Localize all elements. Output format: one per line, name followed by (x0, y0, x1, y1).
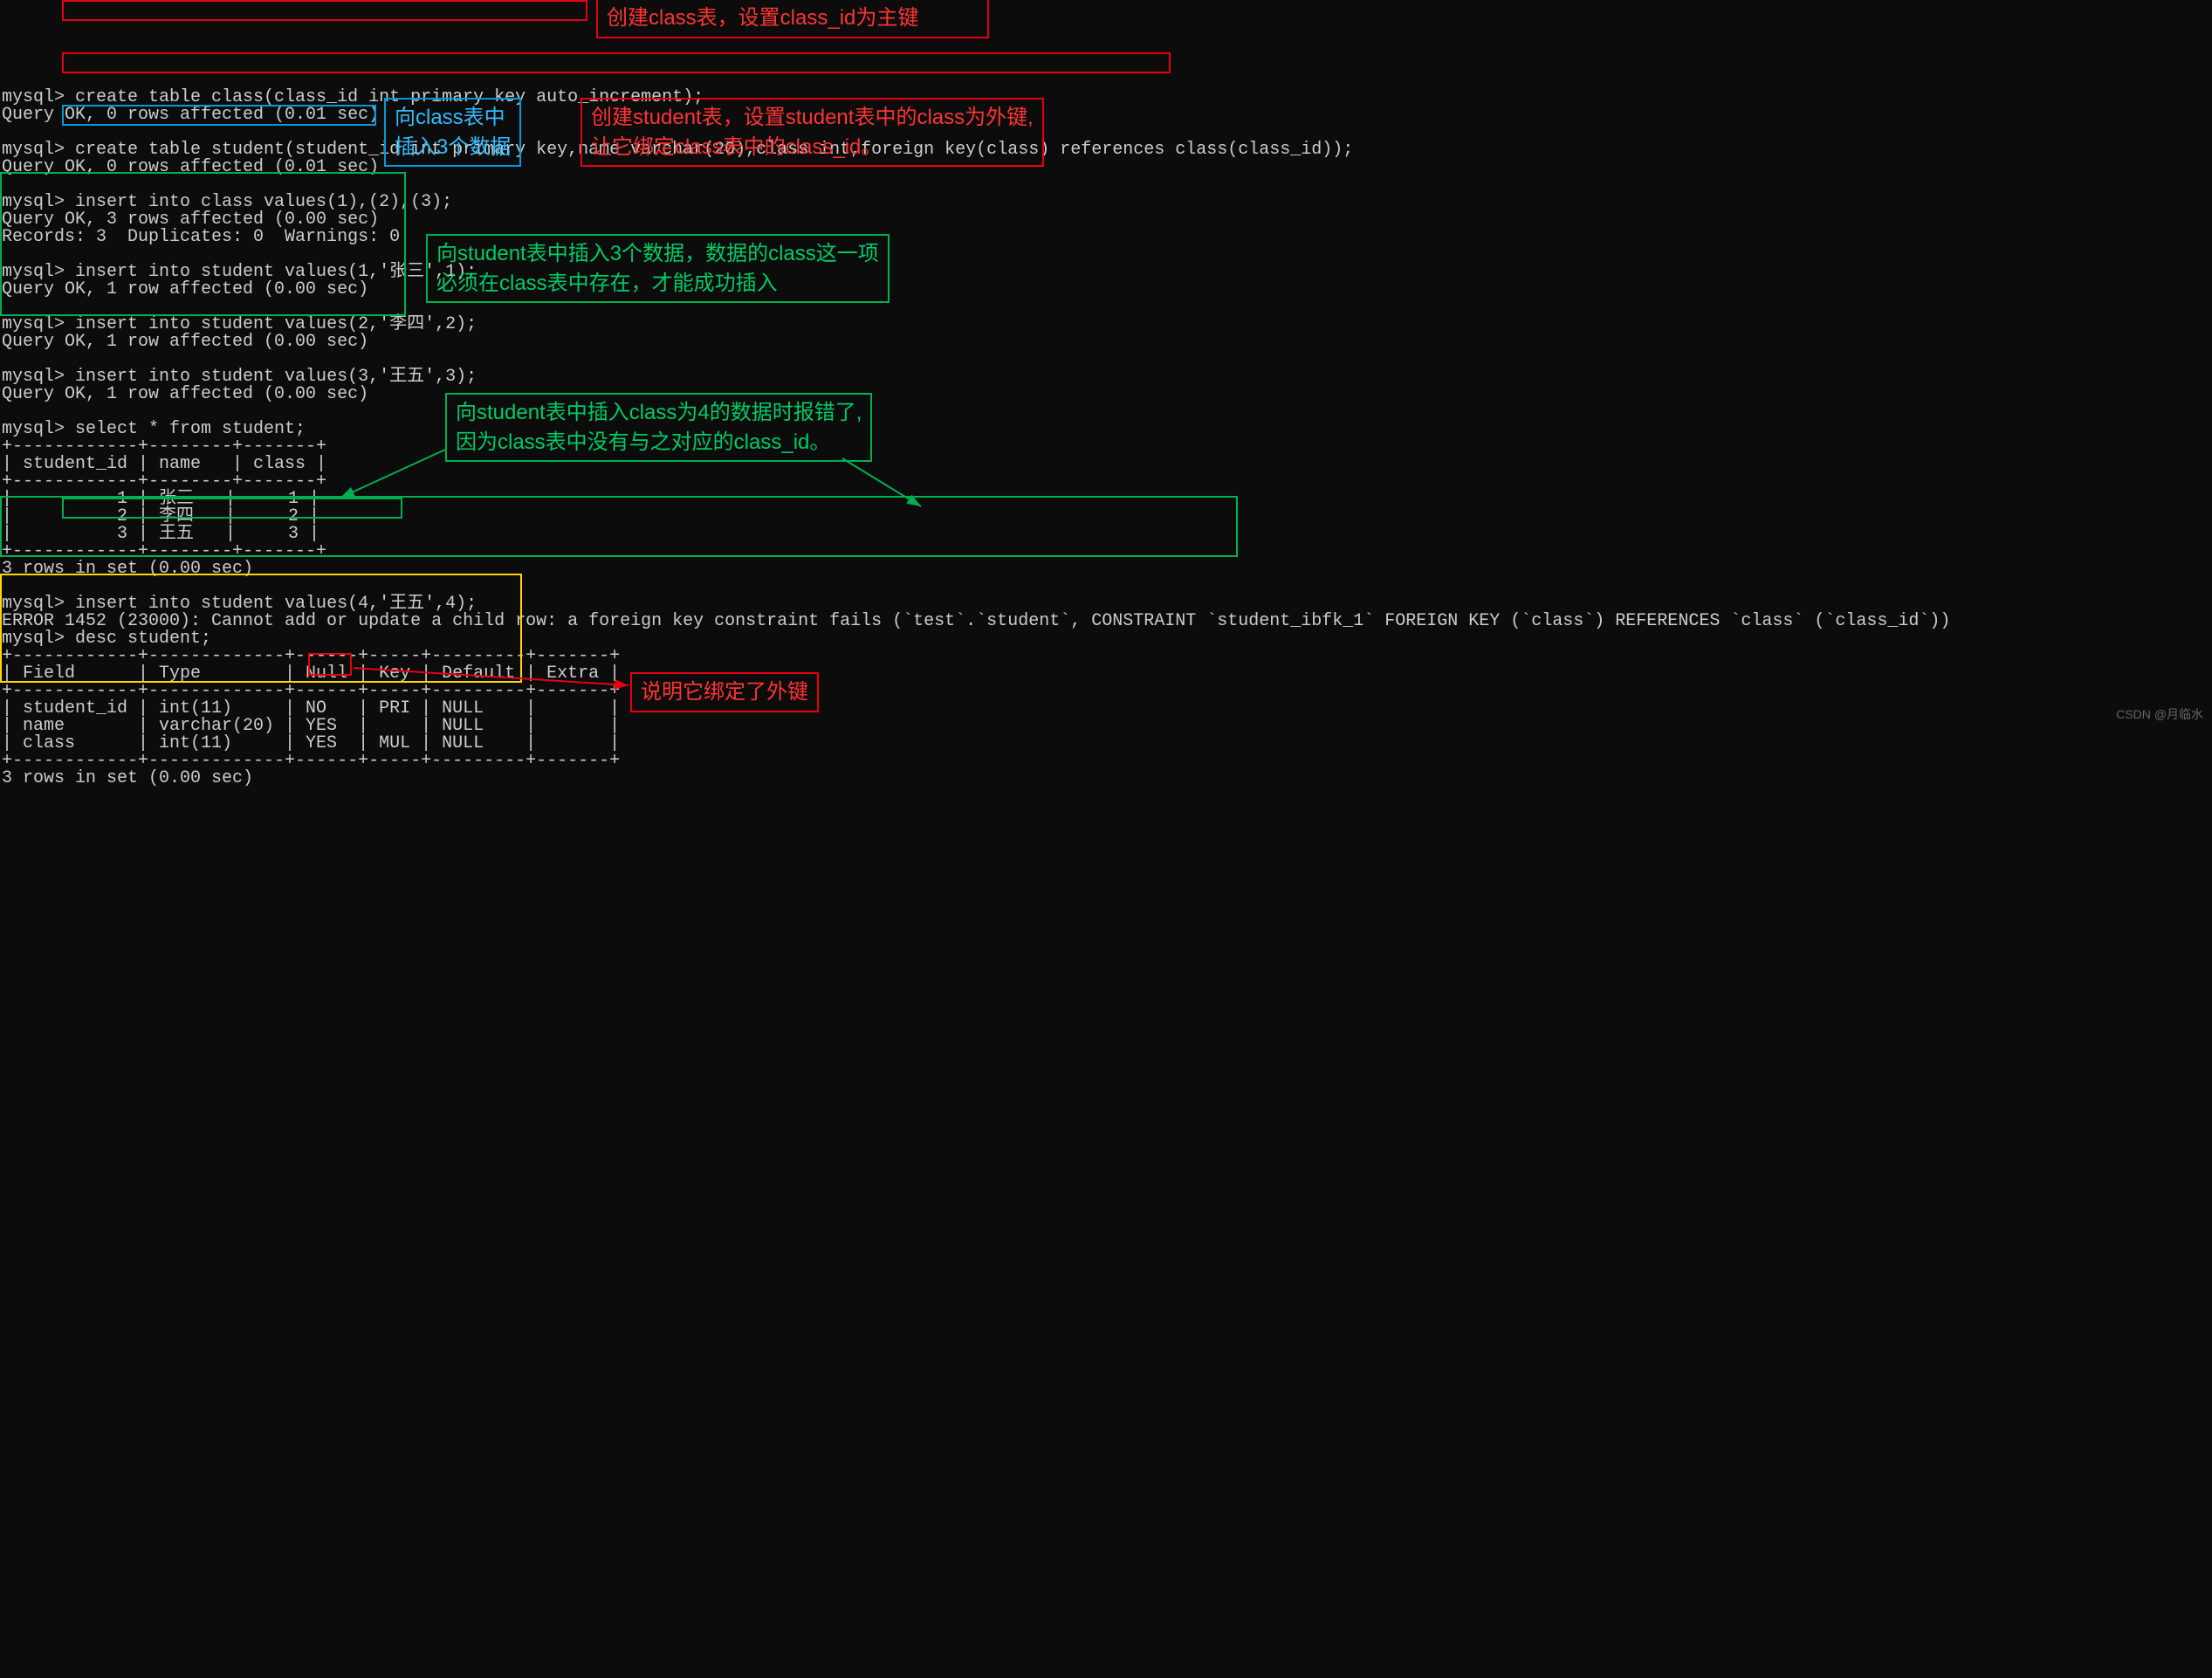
annotation-insert-students: 向student表中插入3个数据，数据的class这一项 必须在class表中存… (426, 234, 890, 303)
result: Query OK, 1 row affected (0.00 sec) (2, 384, 368, 404)
terminal-output: mysql> create table class(class_id int p… (2, 72, 2210, 787)
result: 3 rows in set (0.00 sec) (2, 768, 253, 788)
highlight-create-class (62, 0, 587, 21)
result: 3 rows in set (0.00 sec) (2, 559, 253, 579)
result: Query OK, 1 row affected (0.00 sec) (2, 332, 368, 352)
result: Records: 3 Duplicates: 0 Warnings: 0 (2, 227, 400, 247)
result: Query OK, 0 rows affected (0.01 sec) (2, 105, 379, 125)
highlight-create-student (62, 52, 1171, 73)
watermark: CSDN @月临水 (2116, 708, 2203, 720)
annotation-insert-class: 向class表中 插入3个数据 (384, 98, 521, 167)
result: Query OK, 1 row affected (0.00 sec) (2, 279, 368, 299)
annotation-create-class: 创建class表，设置class_id为主键 (596, 0, 989, 38)
annotation-mul-fk: 说明它绑定了外键 (630, 672, 819, 712)
result: Query OK, 0 rows affected (0.01 sec) (2, 157, 379, 177)
error-message: ERROR 1452 (23000): Cannot add or update… (2, 611, 1950, 631)
annotation-create-student: 创建student表，设置student表中的class为外键, 让它绑定cla… (580, 98, 1044, 167)
annotation-insert-fail: 向student表中插入class为4的数据时报错了, 因为class表中没有与… (445, 393, 872, 462)
